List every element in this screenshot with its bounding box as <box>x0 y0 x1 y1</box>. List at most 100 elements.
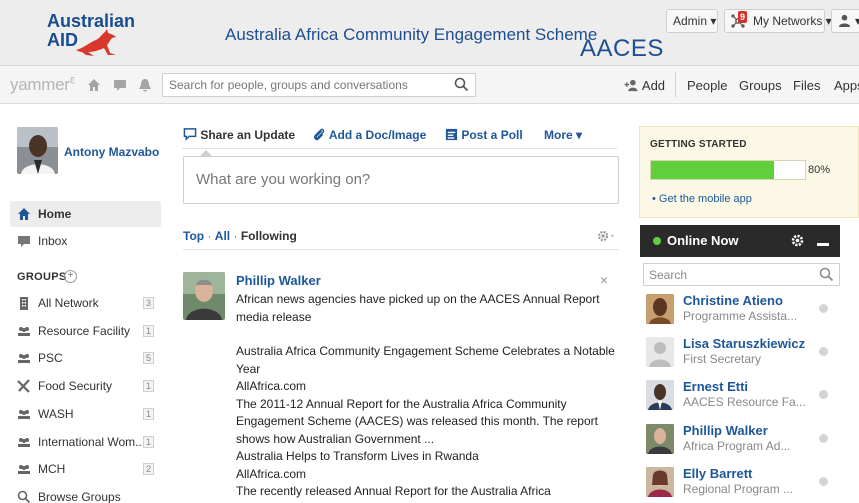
online-settings-gear-icon[interactable] <box>790 233 805 248</box>
add-label: Add <box>641 78 666 93</box>
sidebar-item-inbox[interactable]: Inbox <box>10 228 161 254</box>
sidebar-group-count: 1 <box>143 408 154 420</box>
sidebar-group-mch[interactable]: MCH 2 <box>10 456 161 482</box>
inbox-nav-icon[interactable] <box>112 77 128 93</box>
add-doc-label: Add a Doc/Image <box>328 128 427 142</box>
tab-add-doc-image[interactable]: Add a Doc/Image <box>312 128 426 142</box>
yammer-logo-text: yammer <box>10 75 70 94</box>
tools-icon <box>17 379 30 393</box>
add-button[interactable]: Add <box>623 78 665 93</box>
online-person[interactable]: Lisa Staruszkiewicz First Secretary <box>646 336 840 377</box>
user-menu-caret: ▾ <box>855 14 859 28</box>
search-icon <box>17 490 31 503</box>
person-avatar <box>646 467 674 497</box>
post-line: The 2011-12 Annual Report for the Austra… <box>236 396 598 446</box>
search-input[interactable]: Search for people, groups and conversati… <box>162 73 476 97</box>
sidebar-group-wash[interactable]: WASH 1 <box>10 401 161 427</box>
current-user-name[interactable]: Antony Mazvabo <box>64 145 159 159</box>
person-role: Regional Program ... <box>683 482 794 496</box>
post-line: The recently released Annual Report for … <box>236 484 551 498</box>
sidebar-group-label: Food Security <box>38 379 113 393</box>
group-icon <box>18 354 30 363</box>
group-icon <box>18 327 30 336</box>
admin-menu-button[interactable]: Admin ▾ <box>666 9 718 33</box>
publisher-underline <box>182 148 617 149</box>
sidebar-group-international-women[interactable]: International Wom... 1 <box>10 429 161 455</box>
feed-filter-all[interactable]: All <box>215 229 230 243</box>
person-role: AACES Resource Fa... <box>683 395 806 409</box>
people-nav-link[interactable]: People <box>687 78 727 93</box>
sidebar-inbox-label: Inbox <box>38 234 68 248</box>
person-name: Lisa Staruszkiewicz <box>683 336 806 351</box>
bullet: • <box>652 193 656 205</box>
online-search-placeholder: Search <box>649 268 688 282</box>
paperclip-icon <box>314 128 325 141</box>
feed-filter-following[interactable]: Following <box>241 229 297 243</box>
online-person[interactable]: Ernest Etti AACES Resource Fa... <box>646 379 840 420</box>
post-body: African news agencies have picked up on … <box>236 291 620 501</box>
person-role: Africa Program Ad... <box>683 439 791 453</box>
composer-input[interactable]: What are you working on? <box>183 156 619 204</box>
sidebar-group-label: All Network <box>38 296 99 310</box>
sidebar-group-resource-facility[interactable]: Resource Facility 1 <box>10 318 161 344</box>
post-line: African news agencies have picked up on … <box>236 292 600 324</box>
sidebar-group-count: 1 <box>143 380 154 392</box>
my-networks-button[interactable]: 9 My Networks ▾ <box>724 9 832 33</box>
tab-share-update[interactable]: Share an Update <box>183 128 295 142</box>
add-group-button[interactable]: + <box>64 270 77 283</box>
post-line: AllAfrica.com <box>236 466 307 481</box>
search-icon[interactable] <box>454 77 469 92</box>
sidebar-group-label: International Wom... <box>38 435 146 449</box>
sidebar-group-label: PSC <box>38 351 63 365</box>
files-nav-link[interactable]: Files <box>793 78 820 93</box>
sidebar-group-food-security[interactable]: Food Security 1 <box>10 373 161 399</box>
getting-started-percent: 80% <box>808 164 831 176</box>
online-search-input[interactable]: Search <box>643 263 840 286</box>
online-person[interactable]: Phillip Walker Africa Program Ad... <box>646 423 840 464</box>
tab-more[interactable]: More ▾ <box>544 128 582 142</box>
person-name: Ernest Etti <box>683 379 749 394</box>
online-now-title: Online Now <box>667 233 739 248</box>
current-user-avatar[interactable] <box>17 127 58 174</box>
online-person[interactable]: Christine Atieno Programme Assista... <box>646 293 840 334</box>
sidebar-home-label: Home <box>38 207 72 221</box>
feed-filter-top[interactable]: Top <box>183 229 204 243</box>
post-author-name[interactable]: Phillip Walker <box>236 273 321 288</box>
groups-header: GROUPS <box>17 271 67 283</box>
post-line: AllAfrica.com <box>236 379 307 393</box>
apps-nav-link[interactable]: Apps <box>834 78 859 93</box>
post-author-avatar[interactable] <box>183 272 225 320</box>
online-minimize-icon[interactable] <box>817 243 829 246</box>
sidebar-group-psc[interactable]: PSC 5 <box>10 345 161 371</box>
person-avatar <box>646 294 674 324</box>
sidebar-group-count: 2 <box>143 463 154 475</box>
online-person[interactable]: Elly Barrett Regional Program ... <box>646 466 840 503</box>
person-avatar <box>646 380 674 410</box>
presence-dot <box>819 304 828 313</box>
online-now-header: Online Now <box>640 225 840 257</box>
yammer-logo-mark: ℇ <box>69 75 76 86</box>
person-name: Elly Barrett <box>683 466 753 481</box>
search-icon[interactable] <box>819 267 834 282</box>
home-nav-icon[interactable] <box>86 77 102 93</box>
get-mobile-app-label: Get the mobile app <box>658 193 752 205</box>
online-status-dot <box>653 237 661 245</box>
inbox-icon <box>18 236 30 247</box>
person-role: Programme Assista... <box>683 309 798 323</box>
get-mobile-app-link[interactable]: • Get the mobile app <box>652 193 752 205</box>
sidebar-group-count: 3 <box>143 297 154 309</box>
my-networks-label: My Networks ▾ <box>753 14 832 28</box>
notifications-bell-icon[interactable] <box>137 77 153 93</box>
yammer-logo[interactable]: yammerℇ <box>10 75 75 95</box>
post-line: Australia Helps to Transform Lives in Rw… <box>236 449 479 463</box>
feed-filter: Top · All · Following <box>183 229 297 243</box>
sidebar-item-home[interactable]: Home <box>10 201 161 227</box>
groups-nav-link[interactable]: Groups <box>739 78 782 93</box>
add-person-icon <box>624 79 638 92</box>
user-menu-button[interactable]: ▾ <box>831 9 859 33</box>
post-close-icon[interactable]: × <box>600 272 608 288</box>
feed-settings-gear-icon[interactable] <box>597 229 617 243</box>
tab-post-poll[interactable]: Post a Poll <box>445 128 523 142</box>
sidebar-group-all-network[interactable]: All Network 3 <box>10 290 161 316</box>
sidebar-browse-groups[interactable]: Browse Groups <box>10 484 161 503</box>
